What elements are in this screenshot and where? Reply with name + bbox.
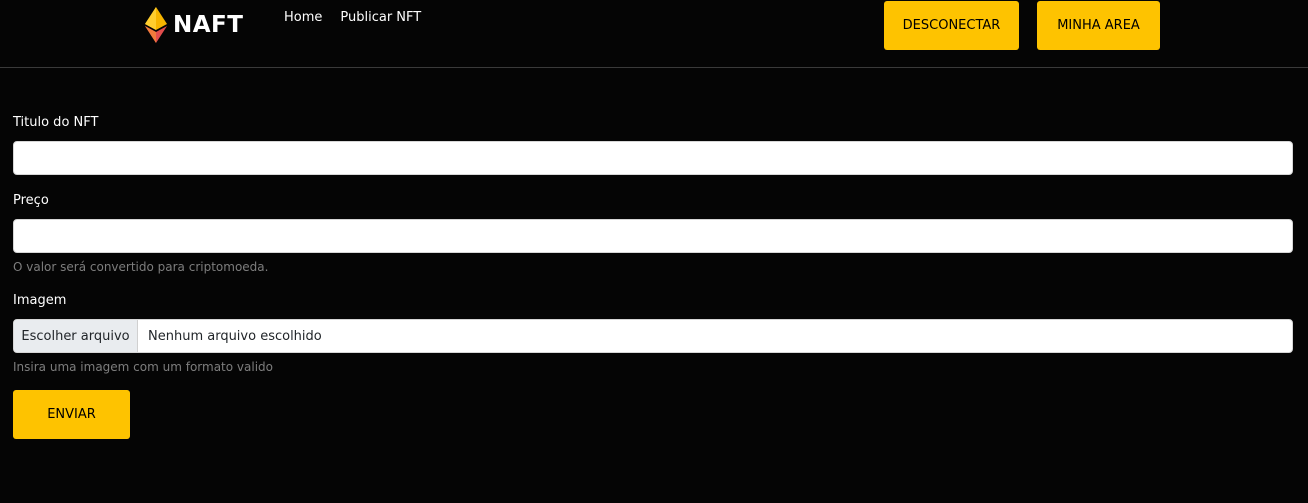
price-input[interactable]: [13, 219, 1293, 253]
title-input[interactable]: [13, 141, 1293, 175]
submit-button[interactable]: ENVIAR: [13, 390, 130, 439]
image-help-text: Insira uma imagem com um formato valido: [13, 360, 274, 374]
price-help-text: O valor será convertido para criptomoeda…: [13, 260, 269, 274]
brand[interactable]: NAFT: [145, 7, 243, 43]
image-label: Imagem: [13, 293, 67, 308]
nav-link-home[interactable]: Home: [284, 10, 322, 26]
disconnect-button[interactable]: DESCONECTAR: [884, 1, 1019, 50]
nav-link-publicar-nft[interactable]: Publicar NFT: [340, 10, 421, 26]
brand-name: NAFT: [173, 12, 244, 38]
file-status: Nenhum arquivo escolhido: [148, 328, 322, 344]
nav-links: Home Publicar NFT: [284, 10, 421, 26]
image-file-input[interactable]: Escolher arquivo Nenhum arquivo escolhid…: [13, 319, 1293, 353]
price-label: Preço: [13, 193, 49, 208]
choose-file-button[interactable]: Escolher arquivo: [14, 320, 138, 352]
ethereum-diamond-icon: [145, 7, 167, 43]
title-label: Titulo do NFT: [13, 115, 99, 130]
my-area-button[interactable]: MINHA AREA: [1037, 1, 1160, 50]
navbar: NAFT Home Publicar NFT DESCONECTAR MINHA…: [0, 0, 1308, 68]
